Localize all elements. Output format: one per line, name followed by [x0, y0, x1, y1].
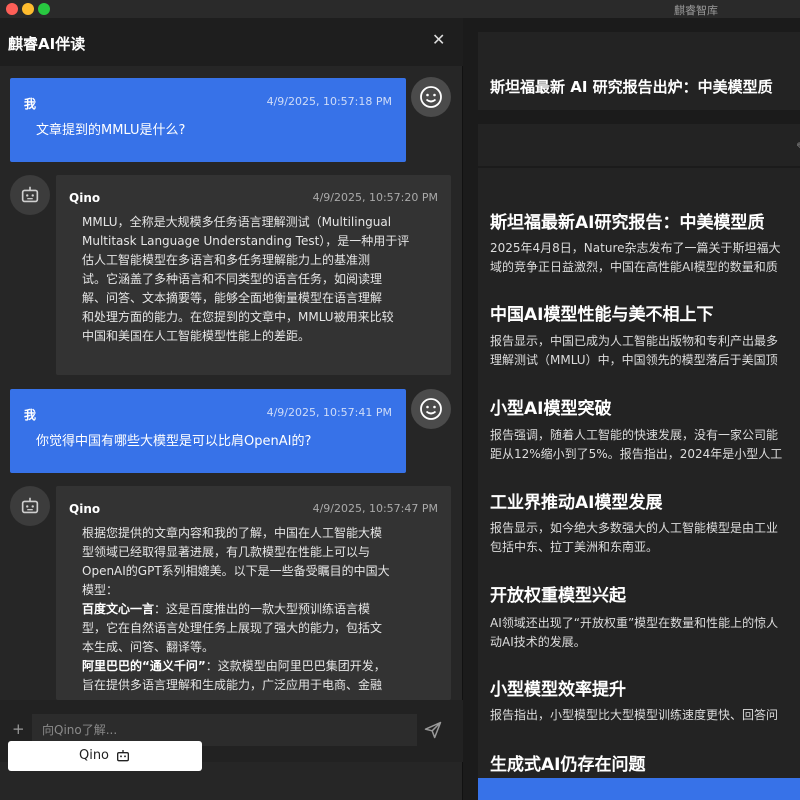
- pencil-icon[interactable]: ✎: [796, 140, 800, 154]
- section-heading: 中国AI模型性能与美不相上下: [490, 305, 714, 325]
- smiley-face-icon: [420, 86, 442, 108]
- robot-icon: [117, 749, 130, 761]
- window-maximize-button[interactable]: [38, 3, 50, 15]
- chat-title: 麒睿AI伴读: [8, 35, 86, 53]
- message-text: MMLU，全称是大规模多任务语言理解测试（Multilingual Multit…: [82, 213, 432, 346]
- chat-header: 麒睿AI伴读 ✕: [0, 18, 463, 66]
- window-minimize-button[interactable]: [22, 3, 34, 15]
- user-message: 我 4/9/2025, 10:57:18 PM 文章提到的MMLU是什么?: [10, 78, 406, 162]
- message-line: 中国和美国在人工智能模型性能上的差距。: [82, 329, 311, 343]
- paragraph-line: 动AI技术的发展。: [490, 635, 586, 649]
- bot-avatar: [10, 175, 50, 215]
- paragraph-line: 域的竞争正日益激烈，中国在高性能AI模型的数量和质: [490, 260, 778, 274]
- message-line: 本生成、问答、翻译等。: [82, 640, 215, 654]
- message-line: 根据您提供的文章内容和我的了解，中国在人工智能大模: [82, 526, 383, 540]
- model-name: 阿里巴巴的“通义千问”: [82, 659, 206, 673]
- window-titlebar: 麒睿智库: [0, 0, 800, 18]
- paragraph-line: 报告强调，随着人工智能的快速发展，没有一家公司能: [490, 428, 779, 442]
- list-item: 阿里巴巴的“通义千问”：这款模型由阿里巴巴集团开发，: [82, 657, 432, 676]
- paragraph-line: 包括中东、拉丁美洲和东南亚。: [490, 540, 659, 554]
- user-message: 我 4/9/2025, 10:57:41 PM 你觉得中国有哪些大模型是可以比肩…: [10, 389, 406, 473]
- message-line: Multitask Language Understanding Test），是…: [82, 234, 410, 248]
- model-name: 百度文心一言: [82, 602, 155, 616]
- bot-avatar: [10, 486, 50, 526]
- message-time: 4/9/2025, 10:57:47 PM: [312, 502, 438, 515]
- message-line: 模型：: [82, 583, 119, 597]
- section-heading: 工业界推动AI模型发展: [490, 493, 663, 513]
- chat-panel: 麒睿AI伴读 ✕ 我 4/9/2025, 10:57:18 PM 文章提到的MM…: [0, 18, 463, 800]
- send-icon: [424, 721, 442, 739]
- message-line: 和处理方面的能力。在您提到的文章中，MMLU被用来比较: [82, 310, 394, 324]
- article-header: 斯坦福最新 AI 研究报告出炉：中美模型质: [478, 32, 800, 110]
- message-line: ：这是百度推出的一款大型预训练语言模: [154, 602, 371, 616]
- paragraph-line: AI领域还出现了“开放权重”模型在数量和性能上的惊人: [490, 616, 779, 630]
- message-line: 型，它在自然语言处理任务上展现了强大的能力，包括文: [82, 621, 383, 635]
- message-text: 文章提到的MMLU是什么?: [36, 123, 186, 138]
- qino-button-label: Qino: [78, 748, 110, 763]
- message-line: 试。它涵盖了多种语言和不同类型的语言任务，如阅读理: [82, 272, 383, 286]
- article-body: 斯坦福最新AI研究报告：中美模型质 2025年4月8日，Nature杂志发布了一…: [478, 168, 800, 788]
- paragraph-line: 报告显示，中国已成为人工智能出版物和专利产出最多: [490, 334, 779, 348]
- message-line: 旨在提供多语言理解和生成能力，广泛应用于电商、金融: [82, 678, 383, 692]
- message-time: 4/9/2025, 10:57:20 PM: [312, 191, 438, 204]
- section-heading: 开放权重模型兴起: [490, 586, 626, 606]
- robot-icon: [21, 497, 39, 514]
- robot-icon: [21, 186, 39, 203]
- paragraph-line: 报告指出，小型模型比大型模型训练速度更快、回答问: [490, 708, 779, 722]
- user-avatar: [411, 77, 451, 117]
- message-time: 4/9/2025, 10:57:41 PM: [266, 406, 392, 419]
- paragraph-line: 2025年4月8日，Nature杂志发布了一篇关于斯坦福大: [490, 241, 781, 255]
- window-close-button[interactable]: [6, 3, 18, 15]
- smiley-face-icon: [420, 398, 442, 420]
- message-line: 解、问答、文本摘要等，能够全面地衡量模型在语言理解: [82, 291, 383, 305]
- message-line: 型领域已经取得显著进展，有几款模型在性能上可以与: [82, 545, 371, 559]
- bot-message: Qino 4/9/2025, 10:57:20 PM MMLU，全称是大规模多任…: [56, 175, 451, 375]
- message-line: 估人工智能模型在多语言和多任务理解能力上的基准测: [82, 253, 371, 267]
- message-sender: 我: [24, 408, 37, 422]
- article-toolbar: ✎: [478, 124, 800, 166]
- section-heading: 小型AI模型突破: [490, 399, 612, 419]
- bot-message: Qino 4/9/2025, 10:57:47 PM 根据您提供的文章内容和我的…: [56, 486, 451, 700]
- message-time: 4/9/2025, 10:57:18 PM: [266, 95, 392, 108]
- list-item: 百度文心一言：这是百度推出的一款大型预训练语言模: [82, 600, 432, 619]
- article-bottom-bar: [478, 778, 800, 800]
- message-text: 你觉得中国有哪些大模型是可以比肩OpenAI的?: [36, 434, 312, 449]
- section-heading: 生成式AI仍存在问题: [490, 755, 646, 775]
- message-text: 根据您提供的文章内容和我的了解，中国在人工智能大模 型领域已经取得显著进展，有几…: [82, 524, 432, 695]
- paragraph-line: 距从12%缩小到了5%。报告指出，2024年是小型人工: [490, 447, 783, 461]
- window-title: 麒睿智库: [674, 4, 718, 17]
- section-heading: 小型模型效率提升: [490, 680, 626, 700]
- close-icon[interactable]: ✕: [432, 30, 445, 49]
- message-sender: Qino: [69, 191, 101, 205]
- article-panel: 斯坦福最新 AI 研究报告出炉：中美模型质 ✎ 斯坦福最新AI研究报告：中美模型…: [464, 18, 800, 800]
- article-title: 斯坦福最新AI研究报告：中美模型质: [490, 213, 765, 233]
- user-avatar: [411, 389, 451, 429]
- message-sender: Qino: [69, 502, 101, 516]
- message-line: OpenAI的GPT系列相媲美。以下是一些备受瞩目的中国大: [82, 564, 390, 578]
- article-header-title: 斯坦福最新 AI 研究报告出炉：中美模型质: [490, 78, 773, 96]
- paragraph-line: 理解测试（MMLU）中，中国领先的模型落后于美国顶: [490, 353, 778, 367]
- message-line: MMLU，全称是大规模多任务语言理解测试（Multilingual: [82, 215, 392, 229]
- paragraph-line: 报告显示，如今绝大多数强大的人工智能模型是由工业: [490, 521, 779, 535]
- qino-button[interactable]: Qino: [8, 741, 202, 771]
- plus-icon[interactable]: +: [12, 720, 25, 738]
- message-sender: 我: [24, 97, 37, 111]
- send-button[interactable]: [423, 720, 443, 744]
- message-line: ：这款模型由阿里巴巴集团开发，: [205, 659, 386, 673]
